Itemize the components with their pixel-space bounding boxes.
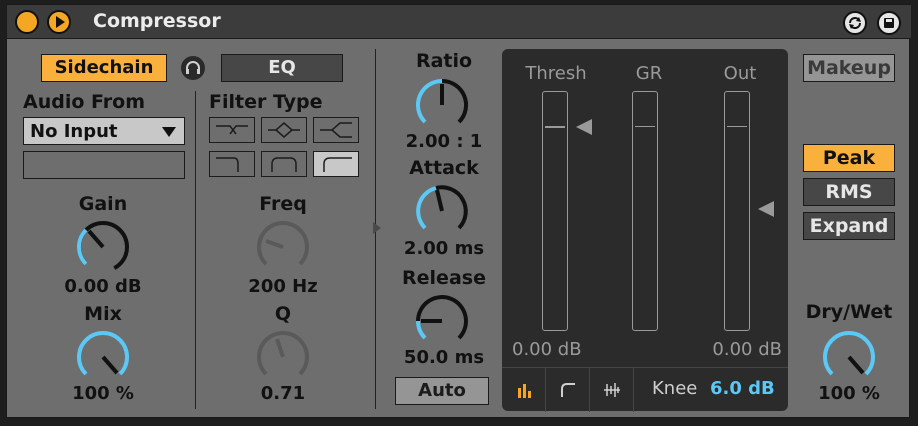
output-meter [724, 91, 750, 331]
knee-label: Knee [652, 378, 698, 399]
gr-label: GR [635, 63, 663, 84]
q-value: 0.71 [260, 383, 306, 404]
chevron-down-icon [162, 127, 176, 137]
device-play-button[interactable] [47, 10, 71, 34]
meter-view-button[interactable] [502, 368, 546, 412]
threshold-marker-icon[interactable] [574, 117, 594, 137]
filter-type-label: Filter Type [209, 91, 323, 113]
release-label: Release [402, 267, 486, 289]
filter-highpass-button[interactable] [313, 117, 359, 143]
mix-label: Mix [84, 303, 122, 325]
freq-knob[interactable] [253, 217, 313, 277]
thresh-label: Thresh [525, 63, 587, 84]
waveform-icon [603, 383, 620, 397]
output-marker-icon[interactable] [756, 199, 776, 219]
thresh-value: 0.00 dB [512, 339, 582, 360]
ratio-value: 2.00 : 1 [405, 131, 483, 152]
expand-arrow-icon[interactable] [371, 221, 383, 235]
play-icon [56, 16, 65, 28]
dry-wet-knob[interactable] [819, 327, 879, 387]
filter-lowshelf-button[interactable] [209, 151, 255, 177]
lowpass-filter-icon [216, 125, 248, 135]
sidechain-toggle-button[interactable]: Sidechain [41, 54, 167, 82]
attack-label: Attack [409, 157, 479, 179]
hot-swap-icon[interactable] [843, 11, 867, 35]
gain-knob[interactable] [73, 217, 133, 277]
filter-bandpass-button[interactable] [261, 117, 307, 143]
knee-toolbar: Knee 6.0 dB [502, 367, 788, 412]
ratio-knob[interactable] [412, 75, 472, 135]
audio-from-channel-dropdown[interactable] [23, 151, 185, 179]
knee-value[interactable]: 6.0 dB [710, 378, 775, 399]
peak-button[interactable]: Peak [803, 144, 895, 172]
out-value: 0.00 dB [712, 339, 782, 360]
threshold-slider[interactable] [542, 91, 568, 331]
activity-view-button[interactable] [590, 368, 634, 412]
filter-lowpass-button[interactable] [209, 117, 255, 143]
save-preset-icon[interactable] [877, 11, 901, 35]
meters-panel: Thresh GR Out 0.00 dB 0.00 dB Knee 6.0 d… [502, 49, 788, 412]
audio-from-dropdown[interactable]: No Input [23, 117, 185, 145]
freq-value: 200 Hz [248, 276, 318, 297]
q-label: Q [274, 303, 292, 325]
attack-value: 2.00 ms [403, 238, 485, 259]
highpass-filter-icon [320, 122, 352, 138]
device-power-button[interactable] [15, 10, 39, 34]
attack-knob[interactable] [412, 181, 472, 241]
auto-release-button[interactable]: Auto [395, 377, 489, 405]
lowshelf-filter-icon [216, 157, 239, 172]
compressor-device: Compressor Sidechain EQ Audio From No In [6, 4, 911, 418]
makeup-button[interactable]: Makeup [803, 54, 895, 82]
device-title: Compressor [93, 10, 221, 32]
curve-icon [560, 383, 575, 397]
ratio-label: Ratio [415, 50, 473, 72]
expand-button[interactable]: Expand [803, 212, 895, 240]
gain-value: 0.00 dB [64, 276, 142, 297]
sidechain-eq-button[interactable]: EQ [221, 54, 343, 82]
dry-wet-label: Dry/Wet [805, 301, 893, 323]
out-label: Out [723, 63, 757, 84]
audio-from-value: No Input [30, 121, 118, 142]
bar-meter-icon [517, 384, 531, 398]
audio-from-label: Audio From [23, 91, 145, 113]
release-value: 50.0 ms [403, 347, 485, 368]
mix-value: 100 % [72, 383, 134, 404]
bell-filter-icon [271, 157, 297, 172]
headphones-icon[interactable] [181, 56, 205, 80]
q-knob[interactable] [253, 327, 313, 387]
filter-peak-button[interactable] [261, 151, 307, 177]
highshelf-filter-icon [323, 157, 352, 172]
gain-label: Gain [78, 193, 128, 215]
mix-knob[interactable] [73, 327, 133, 387]
gain-reduction-meter [632, 91, 658, 331]
dry-wet-value: 100 % [818, 383, 880, 404]
filter-highshelf-button[interactable] [313, 151, 359, 177]
freq-label: Freq [259, 193, 307, 215]
transfer-curve-button[interactable] [546, 368, 590, 412]
device-title-bar: Compressor [7, 5, 911, 39]
rms-button[interactable]: RMS [803, 178, 895, 206]
release-knob[interactable] [412, 291, 472, 351]
divider [195, 91, 196, 409]
bandpass-filter-icon [268, 122, 300, 138]
